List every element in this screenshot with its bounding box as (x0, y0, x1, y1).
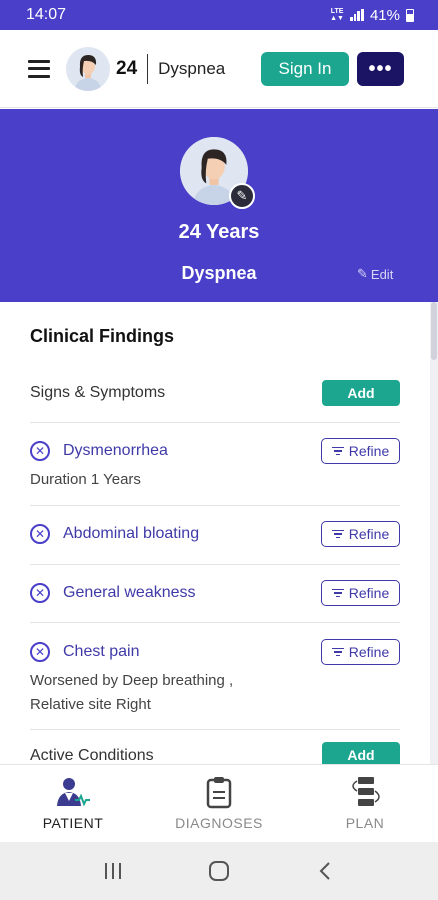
filter-icon (331, 446, 344, 456)
finding-detail-line: Worsened by Deep breathing , (30, 672, 234, 689)
status-bar: 14:07 LTE ▲▼ 41% (0, 0, 438, 30)
nav-label: PATIENT (42, 815, 104, 831)
patient-banner: ✎ 24 Years Dyspnea ✎ Edit (0, 109, 438, 302)
finding-name[interactable]: Dysmenorrhea (63, 442, 168, 460)
pencil-icon[interactable]: ✎ (229, 183, 255, 209)
menu-icon[interactable] (28, 59, 50, 78)
refine-button[interactable]: Refine (321, 639, 400, 665)
bottom-nav: PATIENT DIAGNOSES PLAN (0, 764, 438, 842)
filter-icon (331, 529, 344, 539)
doctor-icon (55, 775, 91, 809)
remove-icon[interactable]: ✕ (30, 583, 50, 603)
banner-age: 24 Years (178, 221, 260, 243)
refine-button[interactable]: Refine (321, 580, 400, 606)
nav-label: PLAN (345, 815, 385, 831)
avatar[interactable] (66, 46, 110, 91)
nav-patient[interactable]: PATIENT (0, 765, 146, 842)
refine-button[interactable]: Refine (321, 521, 400, 547)
patient-age: 24 (116, 57, 138, 79)
edit-complaint-link[interactable]: ✎ Edit (357, 266, 393, 282)
system-nav-bar (0, 842, 438, 900)
edit-label: Edit (370, 266, 394, 282)
add-condition-button[interactable]: Add (322, 742, 400, 764)
nav-diagnoses[interactable]: DIAGNOSES (146, 765, 292, 842)
chief-complaint: Dyspnea (158, 58, 226, 78)
remove-icon[interactable]: ✕ (30, 441, 50, 461)
signs-symptoms-label: Signs & Symptoms (30, 384, 166, 401)
section-title: Clinical Findings (30, 326, 175, 346)
clipboard-icon (205, 775, 233, 809)
finding-item: ✕ Dysmenorrhea Refine Duration 1 Years (30, 438, 400, 492)
add-sign-button[interactable]: Add (322, 380, 400, 406)
filter-icon (331, 588, 344, 598)
battery-icon (406, 8, 414, 22)
remove-icon[interactable]: ✕ (30, 524, 50, 544)
active-conditions-label: Active Conditions (30, 747, 154, 764)
finding-item: ✕ General weakness Refine (30, 580, 400, 606)
home-icon[interactable] (199, 851, 239, 891)
divider (30, 422, 400, 423)
finding-detail: Duration 1 Years (30, 471, 141, 488)
app-header: 24 Dyspnea Sign In ••• (0, 30, 438, 108)
refine-label: Refine (348, 644, 390, 660)
divider (30, 622, 400, 623)
divider (30, 729, 400, 730)
filter-icon (331, 647, 344, 657)
refine-label: Refine (348, 585, 390, 601)
back-icon[interactable] (305, 851, 345, 891)
finding-name[interactable]: Chest pain (63, 643, 140, 661)
finding-detail-line: Relative site Right (30, 696, 151, 713)
header-divider (147, 53, 149, 84)
refine-label: Refine (348, 443, 390, 459)
status-icons: LTE ▲▼ 41% (330, 7, 414, 24)
plan-flow-icon (345, 775, 385, 809)
pencil-small-icon: ✎ (357, 266, 368, 281)
nav-label: DIAGNOSES (175, 815, 263, 831)
nav-plan[interactable]: PLAN (292, 765, 438, 842)
divider (30, 564, 400, 565)
recent-apps-icon[interactable] (93, 851, 133, 891)
refine-button[interactable]: Refine (321, 438, 400, 464)
status-time: 14:07 (26, 6, 67, 23)
sign-in-button[interactable]: Sign In (261, 52, 349, 86)
refine-label: Refine (348, 526, 390, 542)
scrollbar[interactable] (430, 302, 438, 764)
finding-item: ✕ Chest pain Refine Worsened by Deep bre… (30, 639, 400, 717)
remove-icon[interactable]: ✕ (30, 642, 50, 662)
clinical-findings-panel: Clinical Findings Signs & Symptoms Add ✕… (0, 302, 430, 764)
divider (30, 505, 400, 506)
lte-icon: LTE ▲▼ (330, 8, 344, 22)
more-options-button[interactable]: ••• (357, 52, 404, 86)
finding-name[interactable]: Abdominal bloating (63, 525, 199, 543)
finding-item: ✕ Abdominal bloating Refine (30, 521, 400, 547)
battery-percent: 41% (369, 6, 400, 24)
finding-detail: Worsened by Deep breathing , Relative si… (30, 669, 400, 717)
signal-icon (349, 9, 364, 21)
finding-name[interactable]: General weakness (63, 584, 196, 602)
